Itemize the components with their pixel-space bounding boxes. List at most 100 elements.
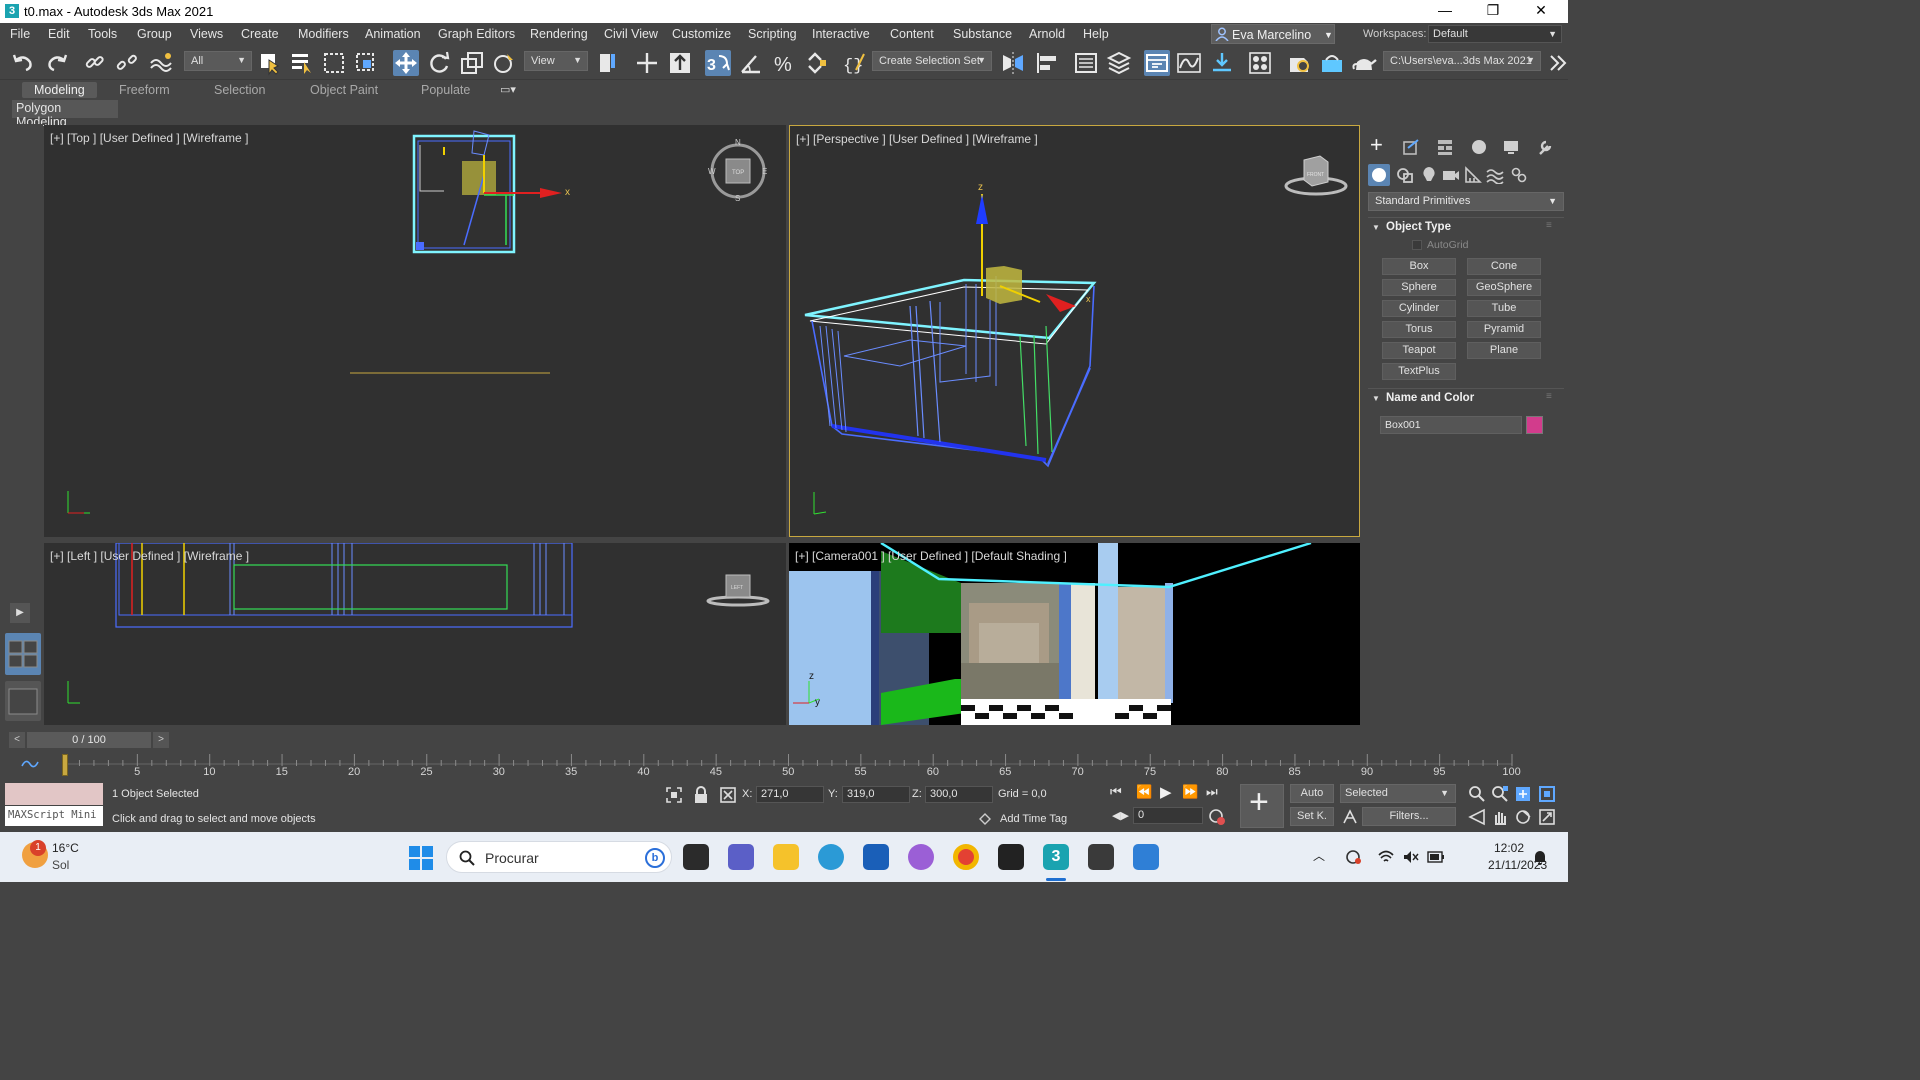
y-coordinate-field[interactable]: 319,0 [842,786,910,803]
cameras-category-icon[interactable] [1442,166,1460,184]
primitive-category-dropdown[interactable]: Standard Primitives ▼ [1368,192,1564,211]
view-compass-top[interactable]: TOP N S W E [708,139,768,201]
zoom-extents-icon[interactable] [1514,785,1532,803]
notification-bell-icon[interactable] [1532,849,1548,865]
expand-layout-tab-button[interactable]: ▶ [10,603,30,623]
teapot-button[interactable]: Teapot [1382,342,1456,359]
zoom-all-icon[interactable] [1491,785,1509,803]
polygon-modeling-panel[interactable]: Polygon Modeling [12,100,118,129]
select-and-rotate-button[interactable] [426,50,452,76]
motion-tab-icon[interactable] [1470,138,1488,156]
viewport-camera-label[interactable]: [+] [Camera001 ] [User Defined ] [Defaul… [795,549,1067,563]
shapes-category-icon[interactable] [1396,166,1414,184]
scene-explorer-button[interactable] [1073,50,1099,76]
menu-civil-view[interactable]: Civil View [604,27,658,41]
redo-button[interactable] [44,50,70,76]
set-key-mode-button[interactable]: Set K. [1290,807,1334,826]
add-time-tag-button[interactable]: Add Time Tag [1000,813,1067,825]
time-slider-prev-button[interactable]: < [9,732,25,748]
menu-group[interactable]: Group [137,27,172,41]
file-explorer-icon[interactable] [773,844,799,870]
snaps-toggle-button[interactable]: 3 [705,50,731,76]
tab-selection[interactable]: Selection [214,83,265,97]
field-of-view-icon[interactable] [1468,808,1486,826]
reference-coordinate-dropdown[interactable]: View ▼ [524,51,588,71]
select-by-name-button[interactable] [289,50,315,76]
maxscript-listener-output[interactable] [5,783,103,805]
maximize-viewport-icon[interactable] [1538,808,1556,826]
percent-snap-button[interactable]: % [771,50,797,76]
four-viewport-layout-button[interactable] [5,633,41,675]
select-object-button[interactable] [257,50,283,76]
copilot-icon[interactable] [908,844,934,870]
go-to-start-icon[interactable]: ⏮ [1110,784,1122,800]
maxscript-mini-input[interactable]: MAXScript Mini [5,806,103,826]
geometry-category-button[interactable] [1368,164,1390,186]
edit-named-selection-button[interactable]: {} [842,50,868,76]
menu-customize[interactable]: Customize [672,27,731,41]
menu-edit[interactable]: Edit [48,27,70,41]
object-type-title[interactable]: Object Type [1386,221,1451,233]
viewport-top[interactable]: x [+] [Top ] [User Defined ] [Wireframe … [44,125,786,537]
geosphere-button[interactable]: GeoSphere [1467,279,1541,296]
lights-category-icon[interactable] [1420,166,1438,184]
menu-content[interactable]: Content [890,27,934,41]
mirror-button[interactable] [1000,50,1026,76]
menu-create[interactable]: Create [241,27,279,41]
cylinder-button[interactable]: Cylinder [1382,300,1456,317]
schematic-view-button[interactable] [1209,50,1235,76]
track-bar[interactable]: 5 10 15 20 25 30 35 40 45 50 55 60 65 70 75 80 85 90 95 100 [0,750,1568,780]
set-key-button[interactable]: + [1240,783,1284,828]
pivot-center-button[interactable] [596,50,622,76]
orbit-icon[interactable] [1514,808,1532,826]
object-name-input[interactable]: Box001 [1380,416,1522,434]
windows-start-icon[interactable] [409,846,433,870]
rendered-frame-window-button[interactable] [1319,50,1345,76]
create-tab-icon[interactable]: + [1370,132,1383,158]
box-button[interactable]: Box [1382,258,1456,275]
torus-button[interactable]: Torus [1382,321,1456,338]
go-to-end-icon[interactable]: ⏭ [1206,784,1218,800]
viewport-left-label[interactable]: [+] [Left ] [User Defined ] [Wireframe ] [50,549,249,563]
place-button[interactable] [491,50,517,76]
chrome-icon[interactable] [953,844,979,870]
sphere-button[interactable]: Sphere [1382,279,1456,296]
autogrid-checkbox[interactable] [1412,240,1422,250]
rectangular-selection-button[interactable] [321,50,347,76]
menu-graph-editors[interactable]: Graph Editors [438,27,515,41]
curve-editor-button[interactable] [1176,50,1202,76]
user-account-dropdown[interactable]: Eva Marcelino ▼ [1211,24,1335,44]
angle-snap-button[interactable] [738,50,764,76]
object-color-swatch[interactable] [1526,416,1543,434]
autocad-icon[interactable] [998,844,1024,870]
menu-file[interactable]: File [10,27,30,41]
textplus-button[interactable]: TextPlus [1382,363,1456,380]
isolate-selection-icon[interactable] [665,786,683,804]
pan-hand-icon[interactable] [1491,808,1509,826]
undo-button[interactable] [10,50,36,76]
zoom-icon[interactable] [1468,785,1486,803]
key-mode-toggle-icon[interactable]: ◀▶ [1112,809,1129,822]
rollout-collapse-icon[interactable]: ▼ [1372,223,1380,232]
ribbon-options-icon[interactable]: ▭▾ [500,83,516,96]
hierarchy-tab-icon[interactable] [1436,138,1454,156]
tab-object-paint[interactable]: Object Paint [310,83,378,97]
menu-tools[interactable]: Tools [88,27,117,41]
time-slider-handle[interactable] [62,754,68,776]
speaker-muted-icon[interactable] [1402,849,1420,865]
layer-explorer-button[interactable] [1106,50,1132,76]
pyramid-button[interactable]: Pyramid [1467,321,1541,338]
link-button[interactable] [82,50,108,76]
weather-description[interactable]: Sol [52,858,69,872]
calculator-grid-icon[interactable] [1088,844,1114,870]
time-slider-next-button[interactable]: > [153,732,169,748]
selection-filter-dropdown[interactable]: All ▼ [184,51,252,71]
viewport-camera[interactable]: z y [+] [Camera001 ] [User Defined ] [De… [789,543,1360,725]
weather-temperature[interactable]: 16°C [52,841,79,855]
menu-rendering[interactable]: Rendering [530,27,588,41]
viewport-perspective[interactable]: z x [+] [Perspective ] [User Defined ] [… [789,125,1360,537]
time-slider[interactable]: < 0 / 100 > [5,731,1561,749]
menu-modifiers[interactable]: Modifiers [298,27,349,41]
x-coordinate-field[interactable]: 271,0 [756,786,824,803]
auto-key-button[interactable]: Auto [1290,784,1334,803]
